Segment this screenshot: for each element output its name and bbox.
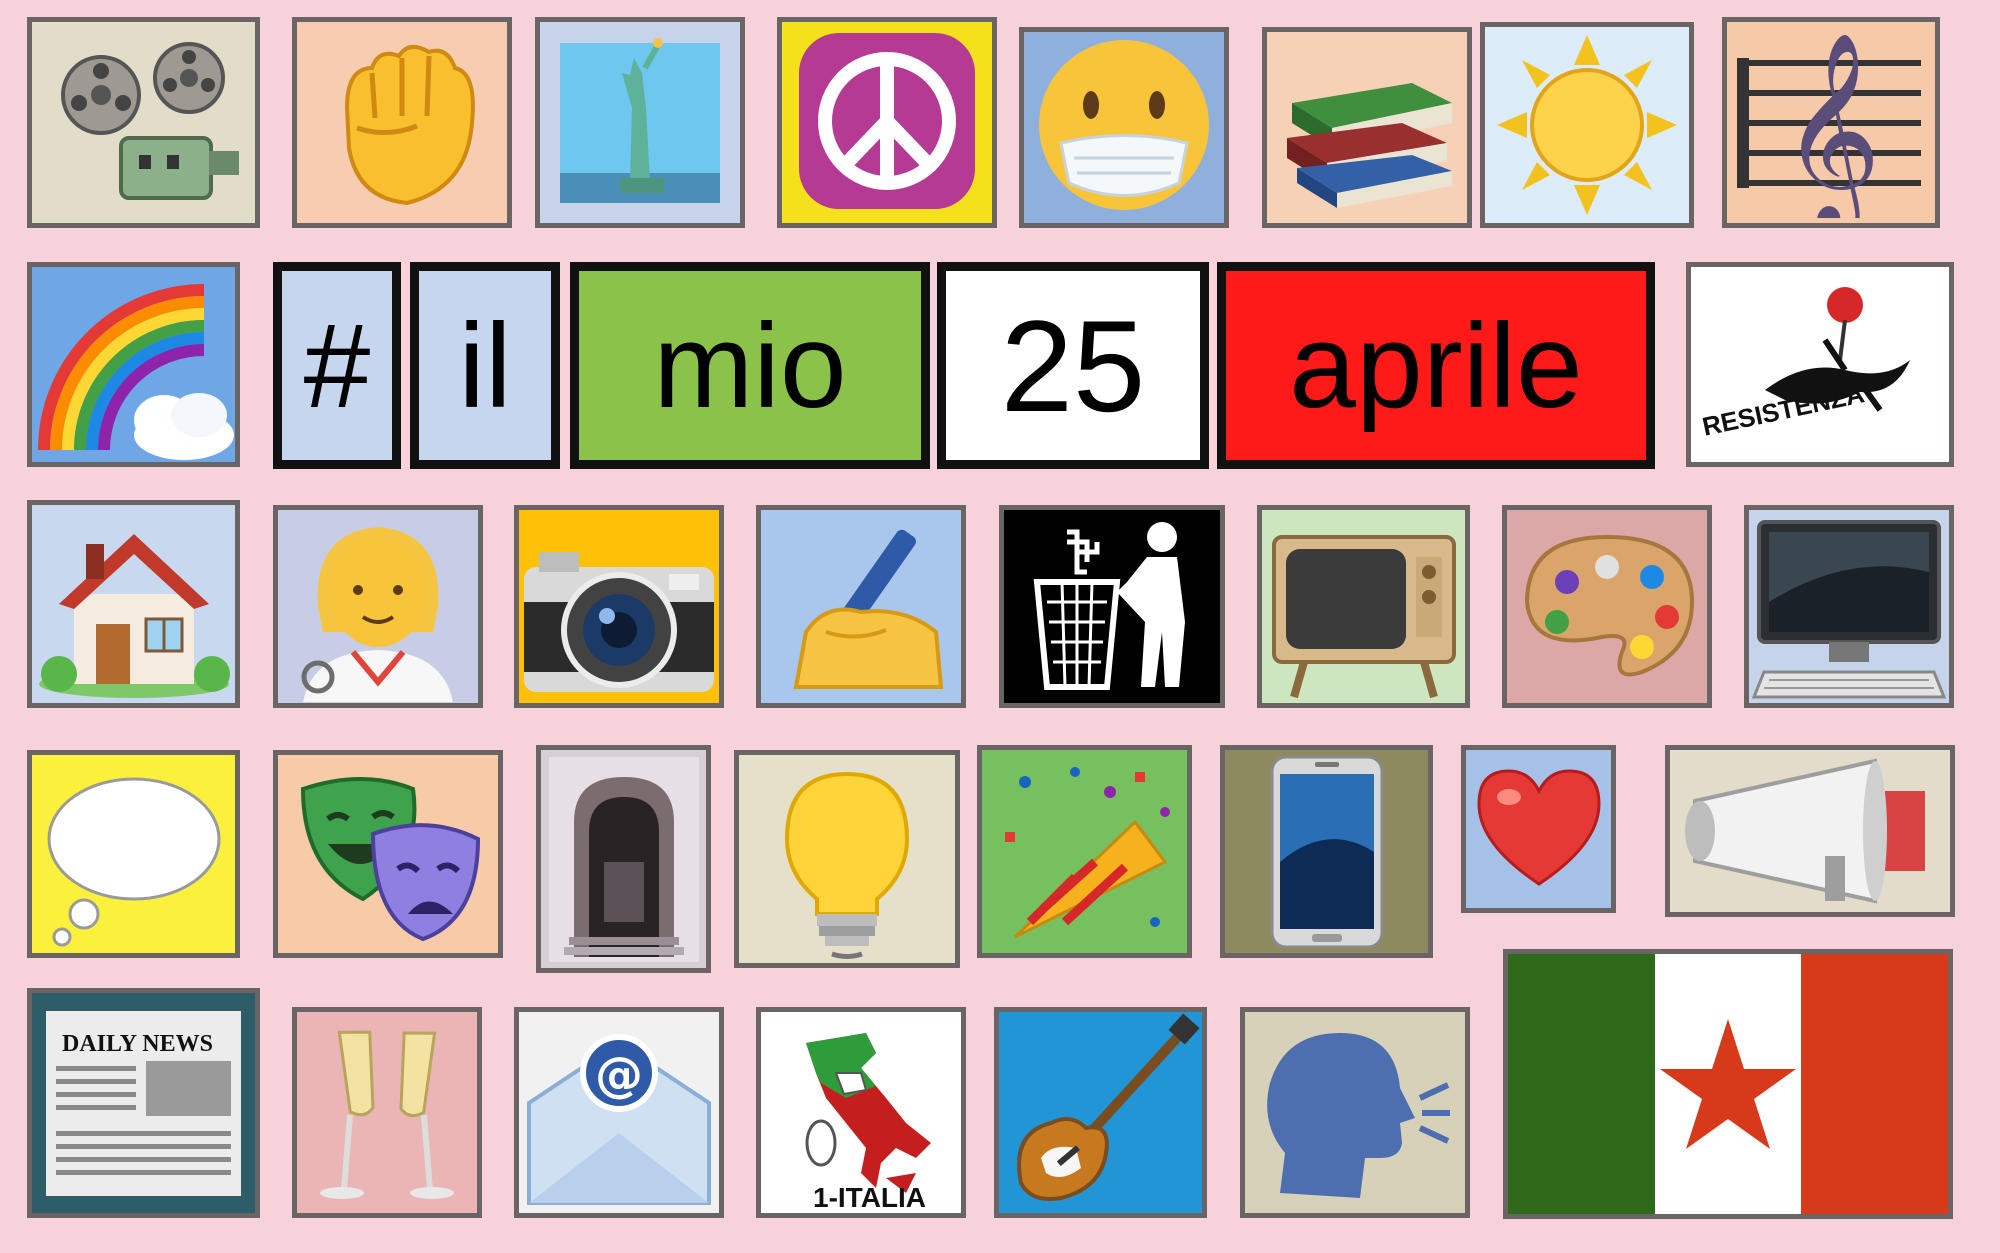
- tile-party-popper[interactable]: [977, 745, 1192, 958]
- flag-with-star-icon: [1508, 954, 1948, 1214]
- heart-icon: [1476, 769, 1601, 886]
- camera-icon: [524, 551, 714, 692]
- tile-flag-with-star[interactable]: [1503, 949, 1953, 1219]
- title-word-aprile: aprile: [1217, 262, 1655, 469]
- tile-raised-fist[interactable]: [292, 17, 512, 228]
- tile-television[interactable]: [1257, 505, 1470, 708]
- tile-newspaper[interactable]: DAILY NEWS: [27, 988, 260, 1218]
- sun-icon: [1497, 35, 1677, 215]
- tile-thought-bubble[interactable]: [27, 750, 240, 958]
- woman-doctor-icon: [301, 526, 453, 702]
- computer-icon: [1751, 519, 1947, 698]
- tile-italy-map[interactable]: 1-ITALIA: [756, 1007, 966, 1218]
- title-word-hash: #: [273, 262, 401, 469]
- tile-peace-symbol[interactable]: [777, 17, 997, 228]
- tile-computer[interactable]: [1744, 505, 1954, 708]
- title-word-mio: mio: [570, 262, 930, 469]
- tile-megaphone[interactable]: [1665, 745, 1955, 917]
- tile-statue-of-liberty[interactable]: [535, 17, 745, 228]
- tile-sun[interactable]: [1480, 22, 1694, 228]
- tile-email[interactable]: @: [514, 1007, 724, 1218]
- tile-heart[interactable]: [1461, 745, 1616, 913]
- speaking-head-icon: [1267, 1032, 1450, 1198]
- tile-theater-masks[interactable]: [273, 750, 503, 958]
- peace-symbol-icon: [799, 33, 975, 209]
- champagne-glasses-icon: [320, 1030, 454, 1199]
- tile-smartphone[interactable]: [1220, 745, 1433, 958]
- tile-light-bulb[interactable]: [734, 750, 960, 968]
- tile-champagne-glasses[interactable]: [292, 1007, 482, 1218]
- italia-caption: 1-ITALIA: [813, 1182, 927, 1213]
- italy-map-icon: [805, 1032, 931, 1193]
- smartphone-icon: [1270, 755, 1383, 948]
- tile-palette[interactable]: [1502, 505, 1712, 708]
- tile-treble-clef[interactable]: 𝄞: [1722, 17, 1940, 228]
- email-icon: @: [527, 1033, 711, 1205]
- statue-of-liberty-icon: [560, 37, 720, 203]
- trash-swastika-icon: [1033, 521, 1185, 690]
- title-word-il: il: [410, 262, 560, 469]
- books-icon: [1287, 82, 1452, 208]
- film-projector-icon: [60, 41, 239, 200]
- light-bulb-icon: [784, 771, 910, 959]
- tile-face-with-medical-mask[interactable]: [1019, 27, 1229, 228]
- tile-writing-hand[interactable]: [756, 505, 966, 708]
- megaphone-icon: [1685, 758, 1925, 904]
- face-with-medical-mask-icon: [1039, 39, 1209, 210]
- doorway-icon: [548, 756, 699, 962]
- writing-hand-icon: [793, 529, 944, 689]
- raised-fist-icon: [344, 44, 475, 205]
- tile-house[interactable]: [27, 500, 240, 708]
- tile-woman-doctor[interactable]: [273, 505, 483, 708]
- electric-guitar-icon: [1016, 1012, 1200, 1201]
- rainbow-icon: [37, 283, 234, 460]
- tile-camera[interactable]: [514, 505, 724, 708]
- tile-doorway[interactable]: [536, 745, 711, 973]
- palette-icon: [1524, 534, 1695, 676]
- title-word-25: 25: [937, 262, 1209, 469]
- thought-bubble-icon: [47, 777, 220, 947]
- tile-rainbow[interactable]: [27, 262, 240, 467]
- svg-text:@: @: [595, 1047, 643, 1103]
- television-icon: [1271, 534, 1456, 698]
- tile-resistenza[interactable]: RESISTENZA: [1686, 262, 1954, 467]
- treble-clef-icon: 𝄞: [1737, 31, 1921, 218]
- party-popper-icon: [1004, 766, 1170, 938]
- tile-trash-swastika[interactable]: [999, 505, 1225, 708]
- theater-masks-icon: [300, 777, 481, 942]
- tile-speaking-head[interactable]: [1240, 1007, 1470, 1218]
- newspaper-caption: DAILY NEWS: [62, 1031, 213, 1057]
- tile-books[interactable]: [1262, 27, 1472, 228]
- svg-text:𝄞: 𝄞: [1781, 31, 1881, 218]
- tile-film-projector[interactable]: [27, 17, 260, 228]
- house-icon: [38, 534, 230, 698]
- tile-electric-guitar[interactable]: [994, 1007, 1207, 1218]
